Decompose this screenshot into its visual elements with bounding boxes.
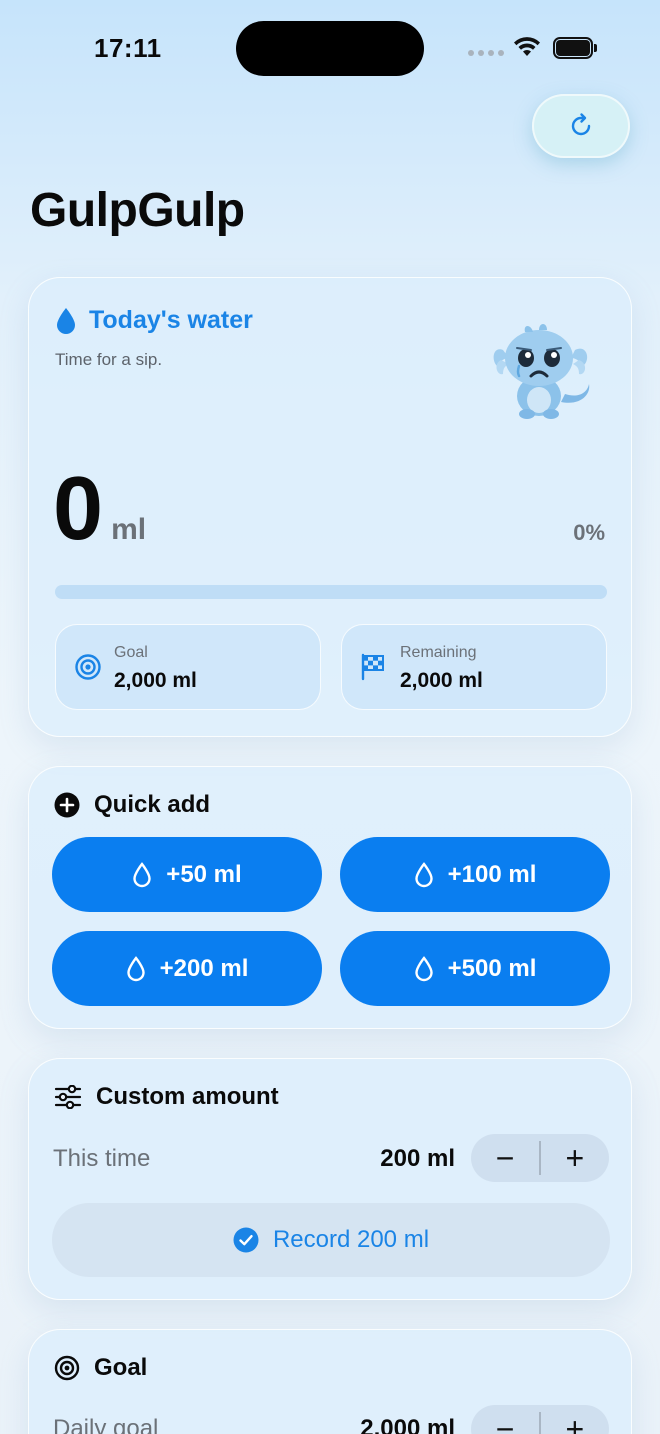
remaining-stat-label: Remaining: [400, 644, 477, 661]
quick-add-500-label: +500 ml: [447, 954, 537, 982]
custom-amount-increment-button[interactable]: +: [541, 1134, 609, 1182]
goal-stat-value: 2,000 ml: [114, 669, 197, 692]
daily-goal-row-label: Daily goal: [53, 1415, 159, 1434]
record-amount-button[interactable]: Record 200 ml: [52, 1203, 610, 1277]
quick-add-200-label: +200 ml: [159, 954, 249, 982]
today-amount-value: 0: [53, 459, 103, 559]
cellular-signal-icon: [468, 50, 504, 56]
today-progress-bar: [55, 585, 607, 599]
remaining-stat-tile: Remaining 2,000 ml: [341, 624, 607, 710]
goal-stat-tile: Goal 2,000 ml: [55, 624, 321, 710]
today-water-card: Today's water Time for a sip. 0 ml 0% Go…: [28, 277, 632, 737]
status-time: 17:11: [94, 33, 162, 63]
today-percent: 0%: [573, 520, 605, 545]
water-drop-icon: [414, 955, 433, 981]
today-water-subtitle: Time for a sip.: [55, 350, 163, 369]
quick-add-card: Quick add +50 ml +100 ml +200 ml +500 ml: [28, 766, 632, 1029]
daily-goal-value: 2,000 ml: [360, 1415, 455, 1434]
quick-add-title: Quick add: [94, 791, 211, 818]
refresh-button[interactable]: [532, 94, 630, 158]
quick-add-50-button[interactable]: +50 ml: [52, 837, 322, 912]
custom-amount-decrement-button[interactable]: −: [471, 1134, 539, 1182]
quick-add-100-button[interactable]: +100 ml: [340, 837, 610, 912]
goal-card: Goal Daily goal 2,000 ml − +: [28, 1329, 632, 1434]
today-amount-unit: ml: [111, 513, 147, 546]
wifi-icon: [514, 37, 540, 56]
status-bar: 17:11: [0, 0, 660, 100]
today-water-header: Today's water: [55, 306, 253, 335]
daily-goal-stepper: − +: [471, 1405, 609, 1434]
target-icon: [54, 1355, 80, 1381]
target-icon: [75, 654, 101, 680]
sad-water-creature-mascot: [493, 324, 590, 419]
custom-amount-card: Custom amount This time 200 ml − + Recor…: [28, 1058, 632, 1300]
daily-goal-decrement-button[interactable]: −: [471, 1405, 539, 1434]
record-amount-label: Record 200 ml: [272, 1226, 430, 1253]
custom-amount-title: Custom amount: [96, 1083, 279, 1110]
quick-add-50-label: +50 ml: [166, 860, 242, 888]
quick-add-200-button[interactable]: +200 ml: [52, 931, 322, 1006]
dynamic-island: [236, 21, 424, 76]
quick-add-500-button[interactable]: +500 ml: [340, 931, 610, 1006]
remaining-stat-value: 2,000 ml: [400, 669, 483, 692]
goal-header: Goal: [54, 1354, 147, 1382]
today-water-title: Today's water: [89, 306, 253, 334]
daily-goal-increment-button[interactable]: +: [541, 1405, 609, 1434]
checkmark-circle-icon: [233, 1227, 259, 1253]
water-drop-icon: [414, 861, 433, 887]
custom-amount-value: 200 ml: [380, 1145, 455, 1172]
refresh-icon: [571, 113, 591, 136]
water-drop-icon: [57, 307, 75, 334]
plus-circle-icon: [54, 792, 80, 818]
custom-amount-stepper: − +: [471, 1134, 609, 1182]
battery-icon: [553, 37, 597, 59]
today-amount: 0 ml: [53, 464, 146, 554]
sliders-icon: [54, 1085, 82, 1109]
app-title: GulpGulp: [30, 184, 245, 237]
custom-amount-row-label: This time: [53, 1145, 151, 1172]
quick-add-100-label: +100 ml: [447, 860, 537, 888]
goal-title: Goal: [94, 1354, 148, 1381]
goal-stat-label: Goal: [114, 644, 148, 661]
custom-amount-header: Custom amount: [54, 1083, 279, 1111]
checkered-flag-icon: [361, 653, 384, 681]
water-drop-icon: [126, 955, 145, 981]
quick-add-header: Quick add: [54, 791, 210, 819]
water-drop-icon: [133, 861, 151, 887]
